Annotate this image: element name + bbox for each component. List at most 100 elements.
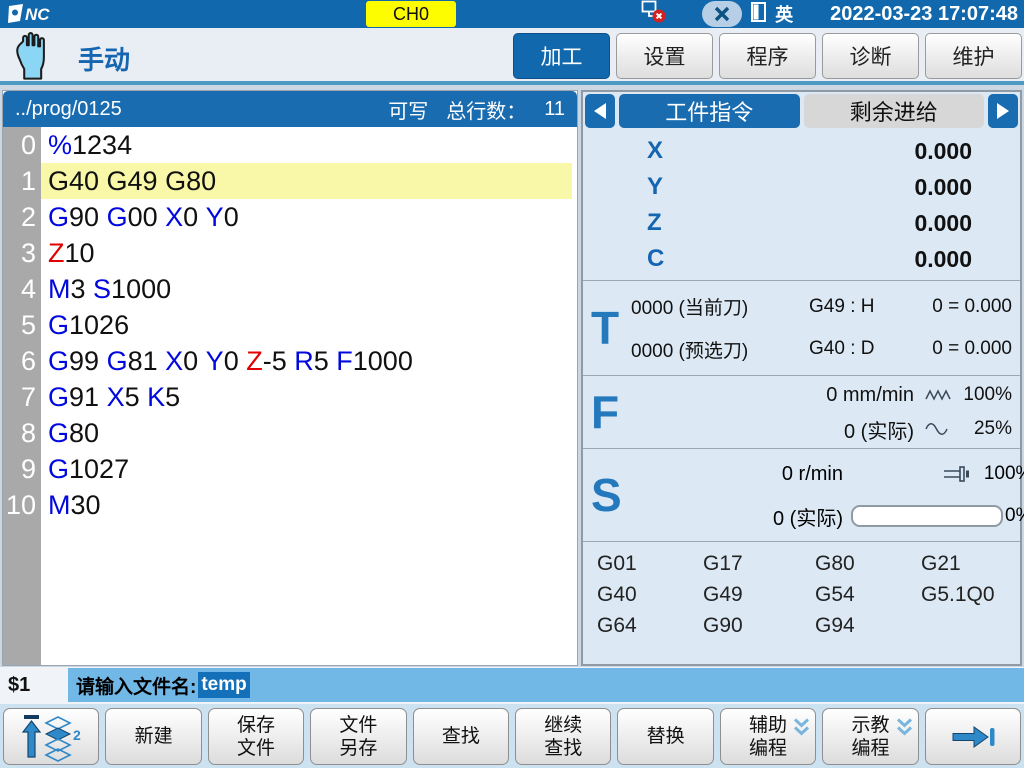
code-text: G91 X5 K5 xyxy=(41,379,572,415)
softkey-label: 示教编程 xyxy=(851,714,889,760)
program-editor: ../prog/0125 可写 总行数： 11 0%12341G40 G49 G… xyxy=(2,90,578,666)
tool-comp-code: G40 : D xyxy=(809,338,927,360)
softkey-find-next[interactable]: 继续查找 xyxy=(515,708,611,765)
modal-gcode-G17: G17 xyxy=(703,552,815,583)
status-panel: 工件指令 剩余进给 X0.000Y0.000Z0.000C0.000 T 000… xyxy=(581,90,1022,666)
spindle-speed-row: 0 r/min 100% xyxy=(631,457,1024,491)
softkey-label: 文件另存 xyxy=(339,714,377,760)
page-top-layers-icon: 2 xyxy=(20,712,82,762)
code-text: %1234 xyxy=(41,127,572,163)
main-menu-tabs: 加工设置程序诊断维护 xyxy=(513,33,1022,79)
svg-text:NC: NC xyxy=(25,5,50,24)
code-text: G90 G00 X0 Y0 xyxy=(41,199,572,235)
softkey-find[interactable]: 查找 xyxy=(413,708,509,765)
code-line-2[interactable]: 2G90 G00 X0 Y0 xyxy=(3,199,577,235)
tool-comp-value: 0 = 0.000 xyxy=(927,338,1012,360)
hand-manual-mode-icon xyxy=(10,30,52,87)
line-number: 2 xyxy=(3,202,41,233)
axis-position-list: X0.000Y0.000Z0.000C0.000 xyxy=(583,130,1020,280)
code-line-0[interactable]: 0%1234 xyxy=(3,127,577,163)
menu-tab-设置[interactable]: 设置 xyxy=(616,33,713,79)
line-number: 3 xyxy=(3,238,41,269)
menu-tab-加工[interactable]: 加工 xyxy=(513,33,610,79)
mode-indicator: 手动 xyxy=(10,30,130,87)
datetime-display: 2022-03-23 17:07:48 xyxy=(830,3,1018,26)
axis-name: C xyxy=(583,245,653,273)
modal-gcode-G80: G80 xyxy=(815,552,921,583)
softkey-label: 查找 xyxy=(442,725,480,748)
filename-prompt: 请输入文件名: xyxy=(76,672,196,699)
editor-body[interactable]: 0%12341G40 G49 G802G90 G00 X0 Y03Z104M3 … xyxy=(3,127,577,665)
code-line-3[interactable]: 3Z10 xyxy=(3,235,577,271)
code-line-7[interactable]: 7G91 X5 K5 xyxy=(3,379,577,415)
filename-input[interactable]: 请输入文件名: temp xyxy=(68,668,1024,702)
axis-value: 0.000 xyxy=(653,246,1020,273)
feed-row-0: 0 mm/min 100% xyxy=(631,380,1012,410)
tab-remaining-feed[interactable]: 剩余进给 xyxy=(804,94,985,128)
line-number: 1 xyxy=(3,166,41,197)
status-bar: $1 请输入文件名: temp xyxy=(0,667,1024,704)
editor-header: ../prog/0125 可写 总行数： 11 xyxy=(3,91,577,127)
feed-section: F 0 mm/min100%0 (实际)25% xyxy=(583,375,1020,448)
line-number: 10 xyxy=(3,490,41,521)
modal-gcode-G94: G94 xyxy=(815,614,921,645)
softkey-replace[interactable]: 替换 xyxy=(617,708,713,765)
softkey-aux-programming[interactable]: 辅助编程 xyxy=(720,708,816,765)
code-line-1[interactable]: 1G40 G49 G80 xyxy=(3,163,577,199)
menu-tab-维护[interactable]: 维护 xyxy=(925,33,1022,79)
code-line-8[interactable]: 8G80 xyxy=(3,415,577,451)
tool-comp-code: G49 : H xyxy=(809,296,927,318)
softkey-next-menu[interactable] xyxy=(925,708,1021,765)
softkey-label: 辅助编程 xyxy=(749,714,787,760)
axis-name: Y xyxy=(583,173,653,201)
axis-name: X xyxy=(583,137,653,165)
tool-comp-value: 0 = 0.000 xyxy=(927,296,1012,318)
tab-workpiece-command[interactable]: 工件指令 xyxy=(619,94,800,128)
language-indicator[interactable]: 英 xyxy=(775,1,793,27)
network-error-icon xyxy=(641,0,667,29)
tool-number: 0000 (预选刀) xyxy=(631,336,809,363)
softkey-label: 新建 xyxy=(135,725,173,748)
softkey-page-top-layers[interactable]: 2 xyxy=(3,708,99,765)
code-line-9[interactable]: 9G1027 xyxy=(3,451,577,487)
code-line-6[interactable]: 6G99 G81 X0 Y0 Z-5 R5 F1000 xyxy=(3,343,577,379)
close-message-icon[interactable] xyxy=(702,1,742,27)
modal-gcode-G49: G49 xyxy=(703,583,815,614)
chevron-double-down-icon xyxy=(793,717,810,742)
feed-override-icon xyxy=(920,388,956,402)
keyboard-layout-icon[interactable] xyxy=(751,2,766,27)
code-line-5[interactable]: 5G1026 xyxy=(3,307,577,343)
feed-pct: 100% xyxy=(956,384,1012,406)
line-number: 0 xyxy=(3,130,41,161)
code-text: G80 xyxy=(41,415,572,451)
softkey-save-file[interactable]: 保存文件 xyxy=(208,708,304,765)
modal-gcode-G54: G54 xyxy=(815,583,921,614)
spindle-letter: S xyxy=(583,449,631,541)
cnc-screen: NC CH0 xyxy=(0,0,1024,768)
menu-tab-程序[interactable]: 程序 xyxy=(719,33,816,79)
axis-row-X: X0.000 xyxy=(583,134,1020,168)
softkey-save-as[interactable]: 文件另存 xyxy=(310,708,406,765)
feed-value: 0 mm/min xyxy=(631,384,920,407)
line-number: 9 xyxy=(3,454,41,485)
spindle-load-bar xyxy=(851,505,1003,527)
filename-value[interactable]: temp xyxy=(198,672,249,698)
title-status-icons: 英 2022-03-23 17:07:48 xyxy=(641,0,1018,28)
menu-tab-诊断[interactable]: 诊断 xyxy=(822,33,919,79)
total-lines-value: 11 xyxy=(544,98,565,121)
softkey-new[interactable]: 新建 xyxy=(105,708,201,765)
line-number: 7 xyxy=(3,382,41,413)
axis-value: 0.000 xyxy=(653,210,1020,237)
code-text: G40 G49 G80 xyxy=(41,163,572,199)
next-view-arrow-icon[interactable] xyxy=(988,94,1018,128)
code-line-4[interactable]: 4M3 S1000 xyxy=(3,271,577,307)
feed-value: 0 (实际) xyxy=(631,415,920,444)
code-text: G1026 xyxy=(41,307,572,343)
prev-view-arrow-icon[interactable] xyxy=(585,94,615,128)
code-line-10[interactable]: 10M30 xyxy=(3,487,577,523)
spindle-actual-value: 0 (实际) xyxy=(631,502,843,531)
axis-value: 0.000 xyxy=(653,138,1020,165)
line-number: 6 xyxy=(3,346,41,377)
softkey-teach-programming[interactable]: 示教编程 xyxy=(822,708,918,765)
code-text: M3 S1000 xyxy=(41,271,572,307)
